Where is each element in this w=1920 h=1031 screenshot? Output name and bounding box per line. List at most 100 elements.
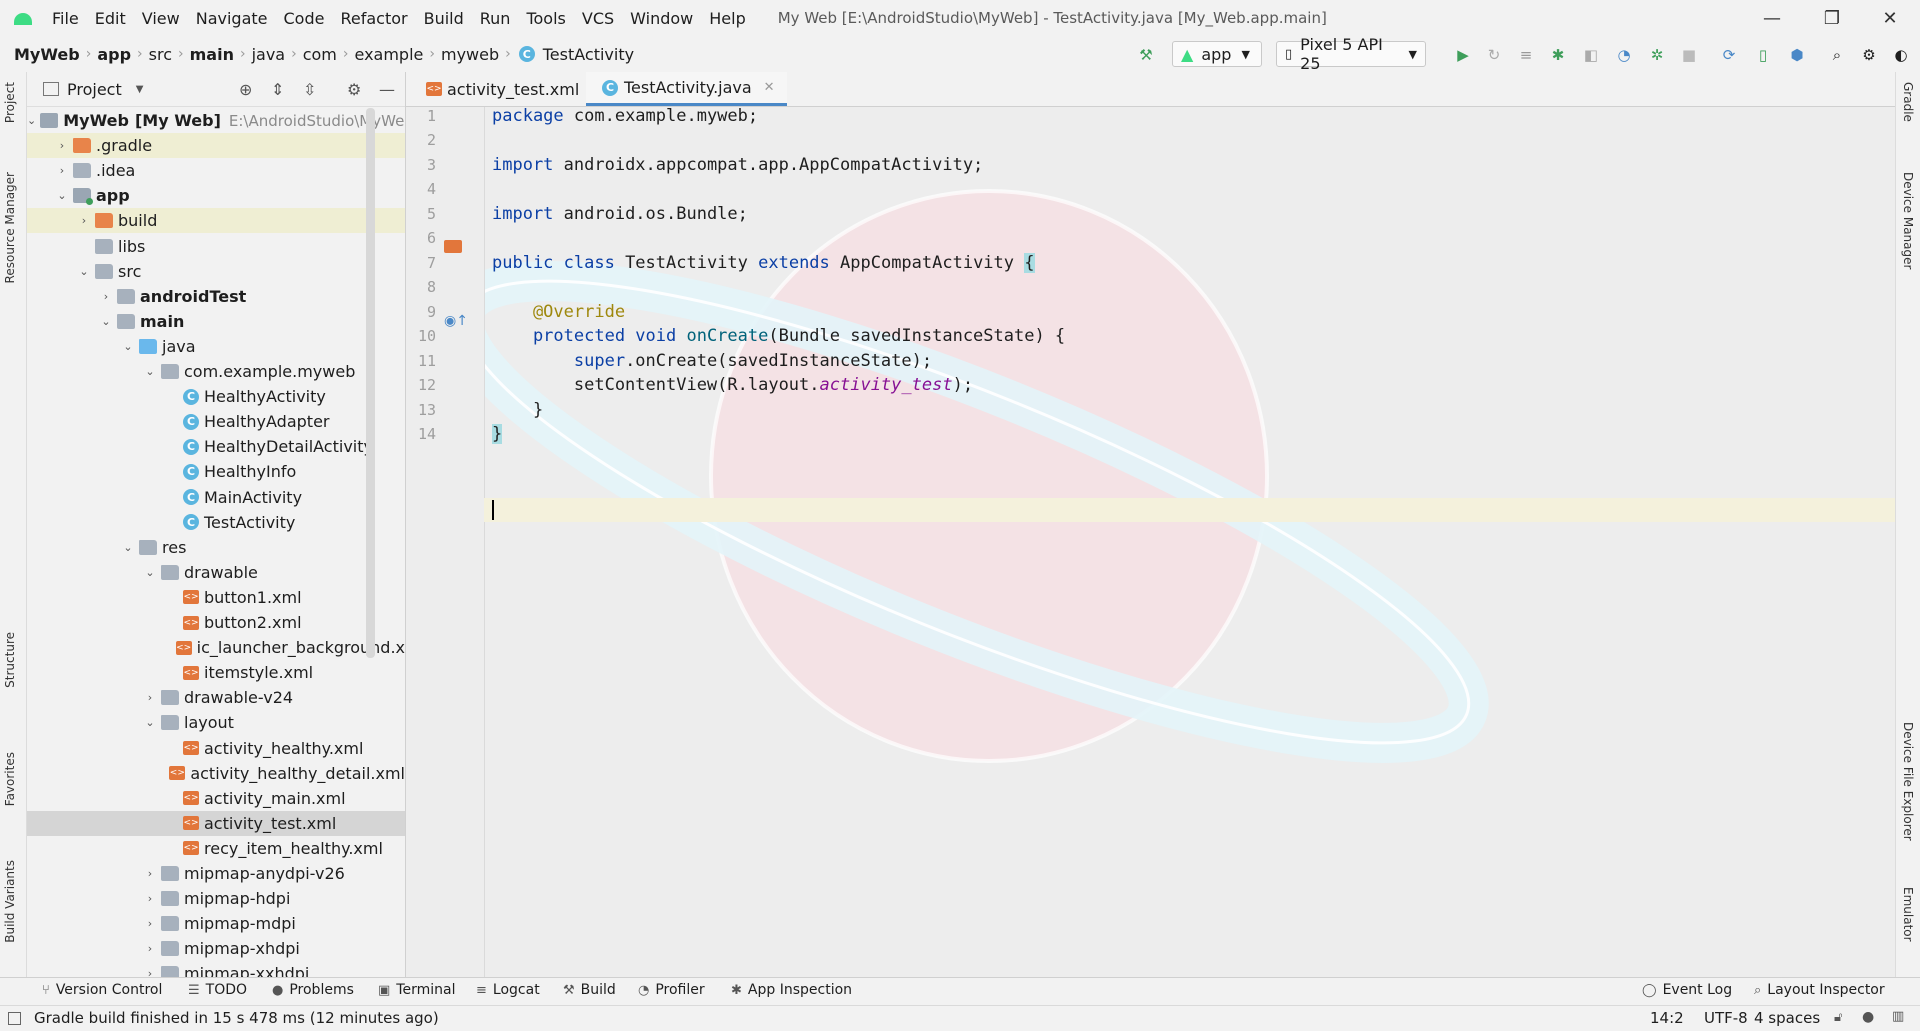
chevron-right-icon[interactable]: › bbox=[55, 139, 69, 152]
chevron-right-icon[interactable]: › bbox=[143, 967, 157, 977]
tool-tab-version-control[interactable]: ⑂ Version Control bbox=[42, 982, 162, 998]
chevron-down-icon[interactable]: ⌄ bbox=[143, 716, 157, 729]
tool-tab-layout-inspector[interactable]: ⌕ Layout Inspector bbox=[1754, 982, 1885, 998]
indent-setting[interactable]: 4 spaces bbox=[1754, 1009, 1820, 1027]
chevron-down-icon[interactable]: ⌄ bbox=[55, 189, 69, 202]
tree-item-healthyinfo[interactable]: C HealthyInfo bbox=[27, 459, 405, 484]
tool-tab-structure[interactable]: Structure bbox=[3, 632, 17, 688]
gear-icon[interactable]: ⚙ bbox=[1858, 44, 1880, 66]
toggle-tool-windows-icon[interactable] bbox=[8, 1012, 21, 1025]
tree-item-main[interactable]: ⌄ main bbox=[27, 309, 405, 334]
chevron-right-icon[interactable]: › bbox=[55, 164, 69, 177]
menu-run[interactable]: Run bbox=[472, 9, 519, 28]
menu-file[interactable]: File bbox=[44, 9, 87, 28]
tree-item-mipmap-anydpi-v26[interactable]: › mipmap-anydpi-v26 bbox=[27, 861, 405, 886]
apply-changes-icon[interactable]: ≡ bbox=[1515, 44, 1537, 66]
stop-icon[interactable]: ■ bbox=[1678, 44, 1700, 66]
tree-item-testactivity[interactable]: C TestActivity bbox=[27, 510, 405, 535]
breadcrumb-item[interactable]: com bbox=[299, 45, 341, 64]
gear-icon[interactable]: ⚙ bbox=[347, 80, 361, 99]
sdk-manager-icon[interactable]: ⬢ bbox=[1786, 44, 1808, 66]
tree-item-mipmap-xhdpi[interactable]: › mipmap-xhdpi bbox=[27, 936, 405, 961]
locate-icon[interactable]: ⊕ bbox=[239, 80, 252, 99]
gutter-layout-icon[interactable] bbox=[444, 240, 462, 253]
tree-item-healthydetailactivity[interactable]: C HealthyDetailActivity bbox=[27, 434, 405, 459]
breadcrumb-item[interactable]: java bbox=[248, 45, 290, 64]
breadcrumb-item[interactable]: src bbox=[145, 45, 176, 64]
tree-item-androidtest[interactable]: › androidTest bbox=[27, 284, 405, 309]
tool-tab-project[interactable]: Project bbox=[3, 82, 17, 123]
chevron-right-icon[interactable]: › bbox=[143, 917, 157, 930]
tree-item-button1[interactable]: <> button1.xml bbox=[27, 585, 405, 610]
menu-window[interactable]: Window bbox=[622, 9, 701, 28]
tree-item-mainactivity[interactable]: C MainActivity bbox=[27, 485, 405, 510]
tool-tab-todo[interactable]: ☰ TODO bbox=[188, 982, 247, 998]
tree-item-app[interactable]: ⌄ app bbox=[27, 183, 405, 208]
tool-tab-profiler[interactable]: ◔ Profiler bbox=[638, 982, 705, 998]
menu-code[interactable]: Code bbox=[276, 9, 333, 28]
tree-item-healthyactivity[interactable]: C HealthyActivity bbox=[27, 384, 405, 409]
tool-tab-favorites[interactable]: Favorites bbox=[3, 752, 17, 806]
close-icon[interactable]: ✕ bbox=[764, 80, 775, 95]
tree-item-recy-item-healthy[interactable]: <> recy_item_healthy.xml bbox=[27, 836, 405, 861]
chevron-down-icon[interactable]: ⌄ bbox=[143, 566, 157, 579]
tree-item-itemstyle[interactable]: <> itemstyle.xml bbox=[27, 660, 405, 685]
tree-item-res[interactable]: ⌄ res bbox=[27, 535, 405, 560]
close-window-button[interactable]: ✕ bbox=[1860, 0, 1920, 36]
tree-item-mipmap-mdpi[interactable]: › mipmap-mdpi bbox=[27, 911, 405, 936]
restore-button[interactable]: ❐ bbox=[1802, 0, 1862, 36]
breadcrumb-item[interactable]: example bbox=[351, 45, 428, 64]
profile-icon[interactable]: ◔ bbox=[1613, 44, 1635, 66]
tool-tab-event-log[interactable]: ◯ Event Log bbox=[1642, 982, 1732, 998]
tool-tab-problems[interactable]: ● Problems bbox=[272, 982, 354, 998]
tool-tab-resource-manager[interactable]: Resource Manager bbox=[3, 172, 17, 283]
chevron-right-icon[interactable]: › bbox=[99, 290, 113, 303]
gutter-override-icon[interactable]: ◉↑ bbox=[444, 313, 468, 329]
breadcrumb-item[interactable]: main bbox=[186, 45, 238, 64]
chevron-right-icon[interactable]: › bbox=[143, 942, 157, 955]
menu-tools[interactable]: Tools bbox=[518, 9, 573, 28]
tree-item-idea[interactable]: › .idea bbox=[27, 158, 405, 183]
tree-item-activity-healthy[interactable]: <> activity_healthy.xml bbox=[27, 736, 405, 761]
rerun-icon[interactable]: ↻ bbox=[1483, 44, 1505, 66]
tree-item-button2[interactable]: <> button2.xml bbox=[27, 610, 405, 635]
lock-icon[interactable]: 🔓︎ bbox=[1834, 1010, 1842, 1025]
attach-debugger-icon[interactable]: ✲ bbox=[1646, 44, 1668, 66]
tree-scrollbar[interactable] bbox=[366, 108, 375, 658]
tree-item-build[interactable]: › build bbox=[27, 208, 405, 234]
breadcrumb-item[interactable]: myweb bbox=[437, 45, 503, 64]
tool-tab-build-variants[interactable]: Build Variants bbox=[3, 860, 17, 943]
tree-item-layout[interactable]: ⌄ layout bbox=[27, 710, 405, 735]
run-config-select[interactable]: ▲ app ▼ bbox=[1172, 41, 1262, 67]
tool-tab-logcat[interactable]: ≡ Logcat bbox=[476, 982, 540, 998]
menu-navigate[interactable]: Navigate bbox=[188, 9, 276, 28]
breadcrumb-item[interactable]: TestActivity bbox=[539, 45, 638, 64]
debug-icon[interactable]: ✱ bbox=[1547, 44, 1569, 66]
tool-tab-device-manager[interactable]: Device Manager bbox=[1901, 172, 1915, 269]
tab-activity-test-xml[interactable]: <> activity_test.xml ✕ bbox=[410, 72, 614, 106]
tree-item-mipmap-xxhdpi[interactable]: › mipmap-xxhdpi bbox=[27, 961, 405, 977]
tool-tab-app-inspection[interactable]: ✱ App Inspection bbox=[731, 982, 852, 998]
tree-item-activity-main[interactable]: <> activity_main.xml bbox=[27, 786, 405, 811]
menu-edit[interactable]: Edit bbox=[87, 9, 134, 28]
collapse-all-icon[interactable]: ⇳ bbox=[303, 80, 316, 99]
search-icon[interactable]: ⌕ bbox=[1826, 44, 1848, 66]
expand-all-icon[interactable]: ⇕ bbox=[271, 80, 284, 99]
chevron-right-icon[interactable]: › bbox=[77, 214, 91, 227]
file-encoding[interactable]: UTF-8 bbox=[1704, 1009, 1748, 1027]
coverage-icon[interactable]: ◧ bbox=[1580, 44, 1602, 66]
caret-position[interactable]: 14:2 bbox=[1650, 1009, 1684, 1027]
tree-item-mipmap-hdpi[interactable]: › mipmap-hdpi bbox=[27, 886, 405, 911]
project-view-select[interactable]: Project bbox=[67, 80, 122, 99]
tree-item-drawable[interactable]: ⌄ drawable bbox=[27, 560, 405, 585]
tool-tab-gradle[interactable]: Gradle bbox=[1901, 82, 1915, 122]
hide-icon[interactable]: — bbox=[379, 80, 395, 99]
tree-item-java[interactable]: ⌄ java bbox=[27, 334, 405, 359]
chevron-down-icon[interactable]: ⌄ bbox=[27, 114, 36, 127]
chevron-right-icon[interactable]: › bbox=[143, 691, 157, 704]
tree-item-ic-launcher-background[interactable]: <> ic_launcher_background.x bbox=[27, 635, 405, 660]
code-editor[interactable]: ◉↑ ✔ 1 2 3 4 5 6 7 8 9 10 11 12 13 14 pa… bbox=[406, 107, 1895, 977]
device-select[interactable]: ▯ Pixel 5 API 25 ▼ bbox=[1276, 35, 1426, 73]
menu-view[interactable]: View bbox=[134, 9, 188, 28]
inspections-icon[interactable]: ● bbox=[1862, 1009, 1874, 1025]
